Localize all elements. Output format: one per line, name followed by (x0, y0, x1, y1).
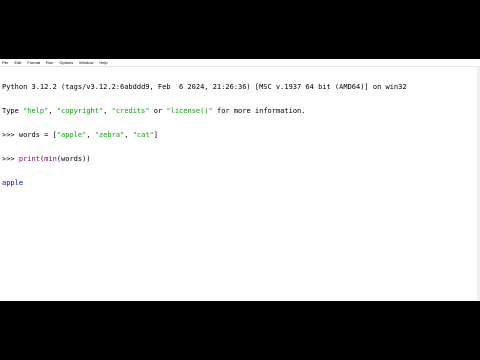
menu-bar: File Edit Format Run Options Window Help (0, 59, 480, 67)
menu-file[interactable]: File (0, 60, 11, 66)
banner-license-string: "license()" (166, 107, 213, 115)
shell-text-area[interactable]: Python 3.12.2 (tags/v3.12.2:6abddd9, Feb… (2, 67, 476, 203)
banner-copyright-string: "copyright" (56, 107, 104, 115)
menu-run[interactable]: Run (43, 60, 56, 66)
string-literal: "cat" (132, 131, 154, 139)
banner-sep: , (103, 107, 112, 115)
shell-prompt: >>> (2, 155, 19, 163)
output-line: apple (2, 179, 24, 187)
menu-help[interactable]: Help (96, 60, 110, 66)
letterbox-bottom (0, 301, 480, 360)
code-text: words = [ (18, 131, 57, 139)
banner-help-string: "help" (23, 107, 49, 115)
code-text: ] (153, 131, 158, 139)
banner-line-version: Python 3.12.2 (tags/v3.12.2:6abddd9, Feb… (2, 83, 407, 91)
letterbox-top (0, 0, 480, 59)
command-line-1: >>> words = ["apple", "zebra", "cat"] (2, 131, 476, 139)
menu-edit[interactable]: Edit (11, 60, 24, 66)
banner-text: Type (2, 107, 24, 115)
string-literal: "apple" (56, 131, 87, 139)
banner-line-info: Type "help", "copyright", "credits" or "… (2, 107, 476, 115)
string-literal: "zebra" (94, 131, 125, 139)
menu-options[interactable]: Options (56, 60, 76, 66)
idle-shell-window: File Edit Format Run Options Window Help… (0, 59, 480, 301)
code-text: (words)) (56, 155, 91, 163)
banner-sep: , (48, 107, 57, 115)
shell-prompt: >>> (2, 131, 19, 139)
code-text: , (86, 131, 95, 139)
menu-window[interactable]: Window (76, 60, 96, 66)
banner-text: for more information. (212, 107, 306, 115)
command-line-2: >>> print(min(words)) (2, 155, 476, 163)
code-text: , (124, 131, 133, 139)
banner-credits-string: "credits" (111, 107, 150, 115)
builtin-print: print (18, 155, 40, 163)
menu-format[interactable]: Format (24, 60, 43, 66)
builtin-min: min (44, 155, 57, 163)
banner-sep: or (149, 107, 167, 115)
